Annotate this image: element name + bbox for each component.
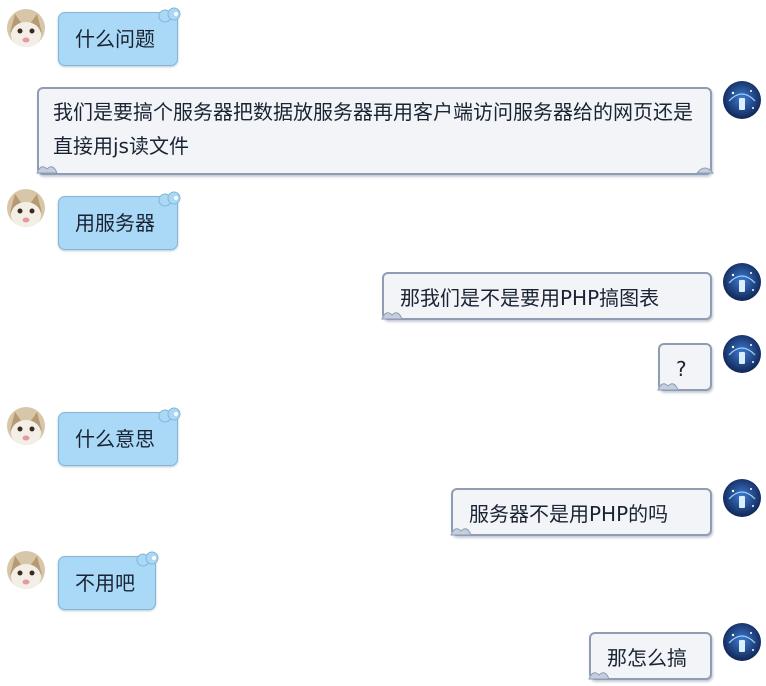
blue-tech-avatar-icon[interactable] bbox=[723, 479, 761, 517]
bubble-cloud-icon bbox=[158, 7, 181, 23]
message-text: 那怎么搞 bbox=[607, 646, 687, 670]
blue-tech-avatar-icon[interactable] bbox=[723, 335, 761, 373]
cat-avatar-icon[interactable] bbox=[7, 9, 45, 47]
cat-avatar-icon[interactable] bbox=[7, 407, 45, 445]
chat-message-bubble[interactable]: 我们是要搞个服务器把数据放服务器再用客户端访问服务器给的网页还是直接用js读文件 bbox=[36, 87, 715, 175]
chat-message-bubble[interactable]: 不用吧 bbox=[58, 551, 159, 610]
bubble-corner-icon bbox=[36, 166, 58, 174]
blue-tech-avatar-icon[interactable] bbox=[723, 623, 761, 661]
cat-avatar-icon[interactable] bbox=[7, 189, 45, 227]
chat-message-bubble[interactable]: ? bbox=[657, 343, 712, 391]
chat-message-bubble[interactable]: 服务器不是用PHP的吗 bbox=[450, 488, 712, 536]
bubble-corner-icon bbox=[695, 167, 715, 174]
chat-message-bubble[interactable]: 用服务器 bbox=[58, 191, 181, 250]
chat-message-bubble[interactable]: 什么问题 bbox=[58, 7, 181, 66]
blue-tech-avatar-icon[interactable] bbox=[723, 263, 761, 301]
bubble-cloud-icon bbox=[158, 407, 181, 423]
message-text: 什么意思 bbox=[75, 427, 155, 451]
bubble-cloud-icon bbox=[158, 191, 181, 207]
message-text: 那我们是不是要用PHP搞图表 bbox=[400, 286, 660, 310]
message-text: 不用吧 bbox=[75, 571, 135, 595]
message-text: ? bbox=[676, 357, 687, 381]
message-text: 用服务器 bbox=[75, 211, 155, 235]
bubble-cloud-icon bbox=[136, 551, 159, 567]
message-text: 什么问题 bbox=[75, 27, 155, 51]
message-text: 服务器不是用PHP的吗 bbox=[469, 502, 669, 526]
chat-window: 什么问题 我们是要搞个服务器把数据放服务器再用客户端访问服务器给的网页还是直接用 bbox=[0, 0, 766, 686]
chat-message-bubble[interactable]: 什么意思 bbox=[58, 407, 181, 466]
chat-message-bubble[interactable]: 那我们是不是要用PHP搞图表 bbox=[381, 272, 712, 320]
message-text: 我们是要搞个服务器把数据放服务器再用客户端访问服务器给的网页还是直接用js读文件 bbox=[53, 100, 693, 158]
cat-avatar-icon[interactable] bbox=[7, 551, 45, 589]
chat-message-bubble[interactable]: 那怎么搞 bbox=[588, 632, 712, 680]
blue-tech-avatar-icon[interactable] bbox=[723, 81, 761, 119]
